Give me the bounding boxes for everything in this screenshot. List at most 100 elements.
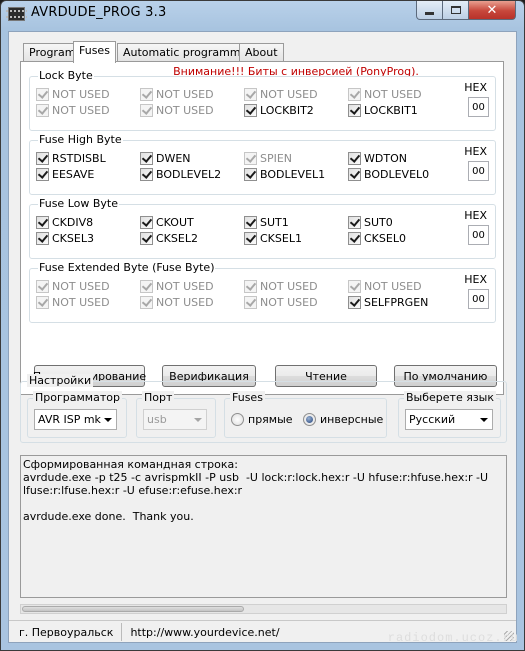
fuse-bit-label: NOT USED (364, 87, 422, 101)
fuse-bit-checkbox: NOT USED (244, 295, 318, 309)
checkbox-indicator (36, 231, 49, 245)
fuse-bit-label: NOT USED (260, 295, 318, 309)
fuse-bit-checkbox: NOT USED (348, 279, 422, 293)
checkbox-indicator (140, 167, 153, 181)
fuse-bit-label: SPIEN (260, 151, 293, 165)
fuse-bit-checkbox[interactable]: EESAVE (36, 167, 94, 181)
language-group: Выберете язык Русский (398, 391, 501, 438)
hex-value-field[interactable]: 00 (468, 97, 489, 117)
close-button[interactable]: ✕ (469, 1, 516, 20)
checkbox-indicator (244, 279, 257, 293)
fuse-bit-label: LOCKBIT2 (260, 103, 314, 117)
fuse-bit-checkbox: NOT USED (244, 279, 318, 293)
language-select[interactable]: Русский (405, 409, 493, 430)
fuse-bit-checkbox[interactable]: SUT0 (348, 215, 393, 229)
status-url[interactable]: http://www.yourdevice.net/ (130, 626, 279, 639)
hex-label: HEX (464, 145, 487, 158)
fuse-bit-checkbox[interactable]: SELFPRGEN (348, 295, 428, 309)
port-value: usb (147, 413, 167, 426)
chevron-down-icon (480, 418, 488, 422)
hex-value-field[interactable]: 00 (468, 289, 489, 309)
fuse-bit-label: NOT USED (52, 295, 110, 309)
checkbox-indicator (244, 295, 257, 309)
fuse-bit-checkbox[interactable]: BODLEVEL1 (244, 167, 325, 181)
fuses-inverse-label: инверсные (320, 412, 384, 426)
checkbox-indicator (140, 87, 153, 101)
checkbox-indicator (348, 167, 361, 181)
settings-title: Настройки (27, 374, 94, 387)
horizontal-scrollbar[interactable] (20, 604, 507, 614)
fuse-bit-checkbox[interactable]: SUT1 (244, 215, 289, 229)
fuse-bit-label: CKSEL2 (156, 231, 198, 245)
checkbox-indicator (348, 151, 361, 165)
settings-group: Настройки Программатор AVR ISP mk Порт u… (20, 374, 507, 443)
fuse-bit-checkbox[interactable]: DWEN (140, 151, 191, 165)
fuse-bit-label: CKOUT (156, 215, 194, 229)
title-bar[interactable]: AVRDUDE_PROG 3.3 ✕ (1, 1, 524, 31)
scrollbar-thumb[interactable] (22, 606, 244, 612)
fuses-mode-group: Fuses прямые инверсные (224, 391, 387, 438)
group-title: Fuse Extended Byte (Fuse Byte) (38, 261, 216, 274)
checkbox-indicator (36, 167, 49, 181)
fuse-bit-label: SUT1 (260, 215, 289, 229)
fuse-bit-checkbox: NOT USED (140, 279, 214, 293)
language-value: Русский (409, 413, 456, 426)
fuse-bit-checkbox: NOT USED (36, 279, 110, 293)
fuse-bit-checkbox[interactable]: CKSEL2 (140, 231, 198, 245)
checkbox-indicator (36, 215, 49, 229)
client-area: Program Fuses Automatic programming Abou… (8, 31, 517, 643)
hex-value-field[interactable]: 00 (468, 225, 489, 245)
fuse-bit-label: NOT USED (52, 103, 110, 117)
minimize-button[interactable] (416, 1, 443, 20)
checkbox-indicator (36, 279, 49, 293)
fuses-direct-radio[interactable]: прямые (231, 412, 293, 426)
fuses-panel: Внимание!!! Биты с инверсией (PonyProg).… (20, 61, 504, 395)
fuse-bit-label: NOT USED (156, 103, 214, 117)
hex-label: HEX (464, 81, 487, 94)
fuse-bit-label: SELFPRGEN (364, 295, 429, 309)
fuse-bit-checkbox[interactable]: CKSEL3 (36, 231, 94, 245)
fuse-bit-checkbox[interactable]: CKSEL0 (348, 231, 406, 245)
port-select[interactable]: usb (143, 409, 207, 430)
checkbox-indicator (36, 87, 49, 101)
checkbox-indicator (36, 151, 49, 165)
fuse-bit-checkbox[interactable]: CKOUT (140, 215, 194, 229)
output-log[interactable]: Сформированная командная строка: avrdude… (20, 455, 507, 598)
checkbox-indicator (244, 215, 257, 229)
checkbox-indicator (348, 295, 361, 309)
fuse-bit-label: NOT USED (260, 279, 318, 293)
app-window: AVRDUDE_PROG 3.3 ✕ Program Fuses Automat… (0, 0, 525, 651)
fuse-bit-label: CKSEL1 (260, 231, 302, 245)
radio-indicator (231, 412, 244, 426)
hex-value-field[interactable]: 00 (468, 161, 489, 181)
fuse-bit-checkbox: NOT USED (244, 87, 318, 101)
fuse-bit-checkbox[interactable]: BODLEVEL0 (348, 167, 429, 181)
checkbox-indicator (140, 295, 153, 309)
fuse-bit-label: BODLEVEL0 (364, 167, 430, 181)
fuses-inverse-radio[interactable]: инверсные (303, 412, 383, 426)
fuse-bit-checkbox[interactable]: WDTON (348, 151, 407, 165)
tab-fuses[interactable]: Fuses (73, 41, 116, 63)
checkbox-indicator (348, 103, 361, 117)
chip-icon[interactable] (6, 7, 27, 21)
fuse-group: Fuse Low Byte CKDIV8 CKOUT SUT1 SUT0 CKSEL3 CK… (29, 197, 496, 259)
fuse-bit-checkbox[interactable]: CKSEL1 (244, 231, 302, 245)
fuse-bit-checkbox: NOT USED (36, 295, 110, 309)
checkbox-indicator (348, 215, 361, 229)
fuse-bit-checkbox[interactable]: RSTDISBL (36, 151, 106, 165)
fuse-bit-checkbox[interactable]: LOCKBIT2 (244, 103, 314, 117)
programmer-select[interactable]: AVR ISP mk (34, 409, 117, 430)
fuse-bit-checkbox[interactable]: BODLEVEL2 (140, 167, 221, 181)
fuse-bit-label: NOT USED (52, 279, 110, 293)
checkbox-indicator (244, 151, 257, 165)
fuse-bit-label: RSTDISBL (52, 151, 106, 165)
fuse-bit-checkbox: NOT USED (36, 103, 110, 117)
radio-indicator (303, 412, 316, 426)
maximize-button[interactable] (443, 1, 469, 20)
tab-about[interactable]: About (239, 43, 284, 62)
checkbox-indicator (348, 87, 361, 101)
fuse-bit-checkbox[interactable]: CKDIV8 (36, 215, 93, 229)
fuse-bit-checkbox[interactable]: LOCKBIT1 (348, 103, 418, 117)
fuse-bit-label: CKDIV8 (52, 215, 94, 229)
checkbox-indicator (140, 215, 153, 229)
